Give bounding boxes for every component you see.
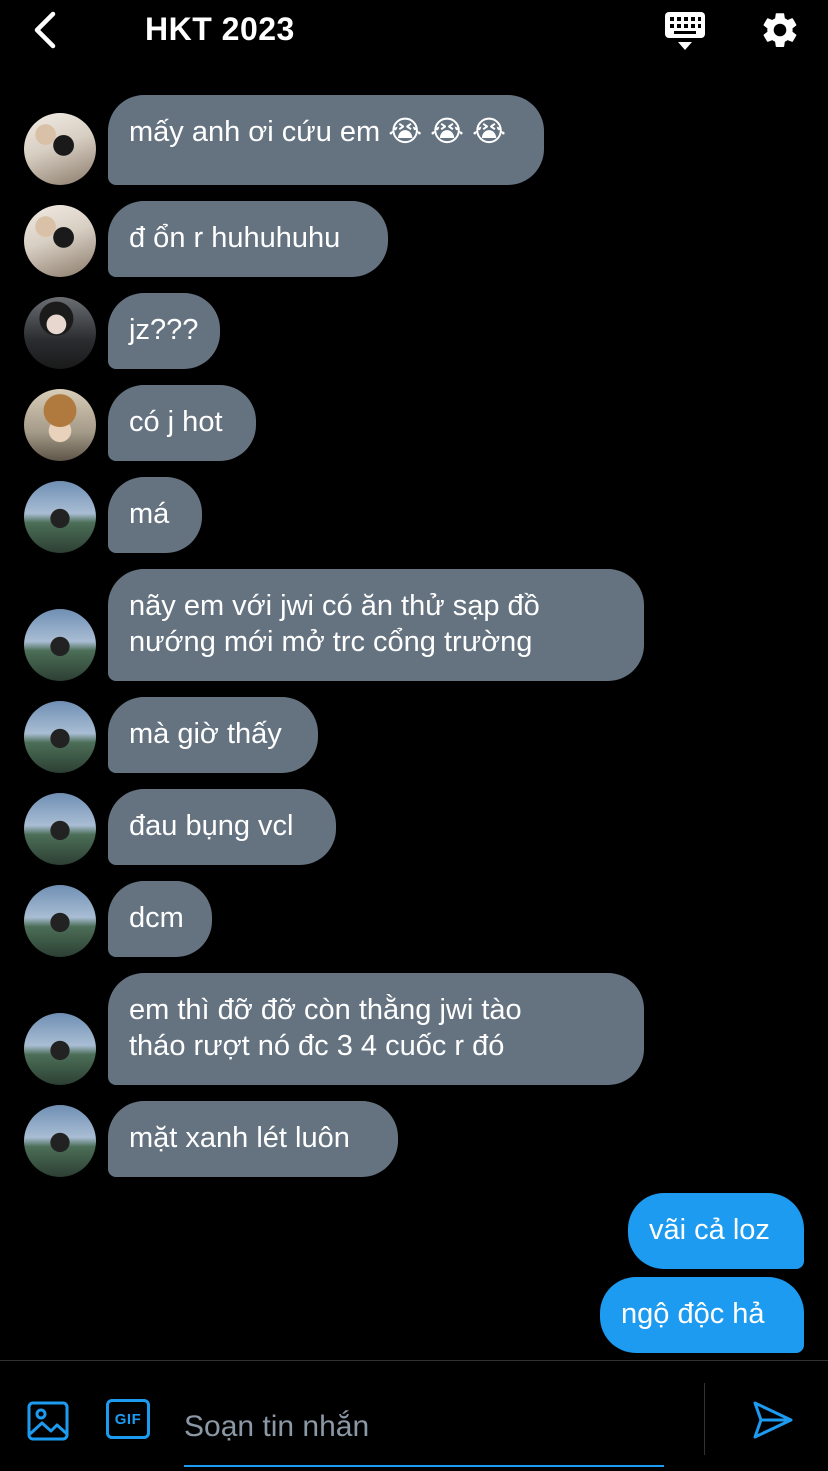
avatar[interactable] xyxy=(24,297,96,369)
message-bubble[interactable]: đ ổn r huhuhuhu xyxy=(108,201,388,277)
message-row: mà giờ thấy xyxy=(0,697,828,773)
message-bubble[interactable]: mà giờ thấy xyxy=(108,697,318,773)
message-bubble-mine[interactable]: ngộ độc hả xyxy=(600,1277,804,1353)
avatar[interactable] xyxy=(24,885,96,957)
avatar[interactable] xyxy=(24,701,96,773)
message-bubble[interactable]: có j hot xyxy=(108,385,256,461)
message-bubble[interactable]: má xyxy=(108,477,202,553)
gif-button[interactable]: GIF xyxy=(106,1399,150,1439)
message-bubble[interactable]: đau bụng vcl xyxy=(108,789,336,865)
message-bubble[interactable]: nãy em với jwi có ăn thử sạp đồ nướng mớ… xyxy=(108,569,644,681)
gif-icon: GIF xyxy=(114,1410,142,1428)
add-media-button[interactable] xyxy=(26,1399,70,1443)
message-row: em thì đỡ đỡ còn thằng jwi tào tháo rượt… xyxy=(0,973,828,1085)
message-row-mine: ngộ độc hả xyxy=(0,1277,828,1353)
message-row: jz??? xyxy=(0,293,828,369)
send-button[interactable] xyxy=(750,1397,796,1443)
message-bubble[interactable]: dcm xyxy=(108,881,212,957)
message-bubble[interactable]: jz??? xyxy=(108,293,220,369)
message-bubble[interactable]: em thì đỡ đỡ còn thằng jwi tào tháo rượt… xyxy=(108,973,644,1085)
message-row: mấy anh ơi cứu em 😭 😭 😭 xyxy=(0,95,828,185)
image-icon xyxy=(27,1401,69,1441)
message-bubble[interactable]: mấy anh ơi cứu em 😭 😭 😭 xyxy=(108,95,544,185)
message-thread[interactable]: mấy anh ơi cứu em 😭 😭 😭 đ ổn r huhuhuhu … xyxy=(0,0,828,1360)
message-row: má xyxy=(0,477,828,553)
divider xyxy=(704,1383,705,1455)
message-row: đau bụng vcl xyxy=(0,789,828,865)
message-row: mặt xanh lét luôn xyxy=(0,1101,828,1177)
avatar[interactable] xyxy=(24,793,96,865)
message-row: dcm xyxy=(0,881,828,957)
message-input[interactable] xyxy=(184,1389,664,1467)
message-row: có j hot xyxy=(0,385,828,461)
avatar[interactable] xyxy=(24,1105,96,1177)
avatar[interactable] xyxy=(24,1013,96,1085)
avatar[interactable] xyxy=(24,205,96,277)
avatar[interactable] xyxy=(24,113,96,185)
send-icon xyxy=(753,1401,793,1439)
message-bubble-mine[interactable]: vãi cả loz xyxy=(628,1193,804,1269)
message-composer: GIF xyxy=(0,1360,828,1471)
avatar[interactable] xyxy=(24,389,96,461)
avatar[interactable] xyxy=(24,609,96,681)
avatar[interactable] xyxy=(24,481,96,553)
message-row: nãy em với jwi có ăn thử sạp đồ nướng mớ… xyxy=(0,569,828,681)
message-row-mine: vãi cả loz xyxy=(0,1193,828,1269)
message-bubble[interactable]: mặt xanh lét luôn xyxy=(108,1101,398,1177)
message-row: đ ổn r huhuhuhu xyxy=(0,201,828,277)
